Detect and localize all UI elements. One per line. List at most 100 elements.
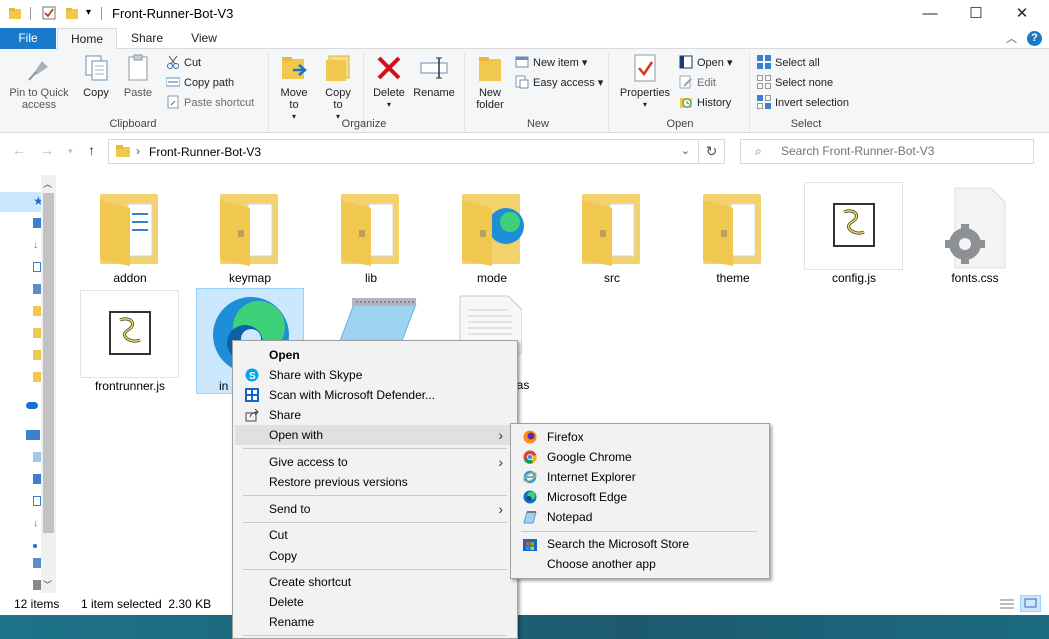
tab-share[interactable]: Share: [118, 28, 176, 49]
maximize-button[interactable]: ☐: [953, 0, 999, 28]
menu-item-copy[interactable]: Copy: [235, 546, 515, 566]
menu-item-open-with[interactable]: Open with ›: [235, 425, 515, 445]
folder-keymap[interactable]: keymap: [208, 182, 292, 286]
folder-theme[interactable]: theme: [691, 182, 775, 286]
properties-button[interactable]: Properties ▾: [616, 53, 674, 111]
search-box[interactable]: ⌕: [740, 139, 1034, 164]
easy-access-button[interactable]: Easy access ▾: [515, 74, 603, 92]
folder-addon[interactable]: addon: [88, 182, 172, 286]
pictures-icon[interactable]: [33, 558, 41, 568]
copy-path-button[interactable]: Copy path: [165, 74, 234, 92]
new-folder-button[interactable]: New folder: [470, 53, 510, 111]
documents-icon[interactable]: [33, 496, 41, 506]
folder-icon[interactable]: [33, 350, 41, 360]
collapse-ribbon-icon[interactable]: ︿: [1006, 30, 1017, 46]
nav-scrollbar[interactable]: ︿ ﹀: [41, 175, 56, 593]
menu-item-restore-previous-versions[interactable]: Restore previous versions: [235, 472, 515, 492]
select-all-button[interactable]: Select all: [757, 54, 820, 72]
menu-item-open[interactable]: Open: [235, 345, 515, 365]
copy-button[interactable]: Copy: [78, 53, 114, 99]
menu-item-send-to[interactable]: Send to ›: [235, 499, 515, 519]
menu-item-share-with-skype[interactable]: S Share with Skype: [235, 365, 515, 385]
scroll-up-icon[interactable]: ︿: [43, 177, 52, 190]
folder-mode[interactable]: mode: [450, 182, 534, 286]
pictures-icon[interactable]: [33, 284, 41, 294]
invert-selection-button[interactable]: Invert selection: [757, 94, 849, 112]
menu-item-label: Google Chrome: [547, 450, 632, 464]
paste-shortcut-button[interactable]: Paste shortcut: [166, 94, 254, 112]
menu-item-create-shortcut[interactable]: Create shortcut: [235, 572, 515, 592]
pin-to-quick-access-button[interactable]: Pin to Quick access: [4, 53, 74, 111]
move-to-button[interactable]: Move to ▾: [276, 53, 312, 123]
file-frontrunner-js[interactable]: frontrunner.js: [80, 290, 179, 394]
menu-item-choose-another-app[interactable]: Choose another app: [513, 554, 767, 574]
folder-icon[interactable]: [33, 328, 41, 338]
forward-arrow-icon[interactable]: →: [40, 142, 54, 158]
file-config-js[interactable]: config.js: [804, 182, 903, 286]
folder-icon: [8, 6, 22, 20]
css-file-gear-icon: [945, 186, 1009, 273]
address-bar[interactable]: › Front-Runner-Bot-V3 ⌄: [108, 139, 699, 164]
documents-icon[interactable]: [33, 262, 41, 272]
select-none-button[interactable]: Select none: [757, 74, 833, 92]
desktop-icon[interactable]: [33, 474, 41, 484]
address-dropdown-icon[interactable]: ⌄: [681, 144, 690, 157]
music-icon[interactable]: [33, 544, 37, 548]
copy-to-button[interactable]: Copy to ▾: [320, 53, 356, 123]
file-fonts-css[interactable]: fonts.css: [933, 182, 1017, 286]
onedrive-icon[interactable]: [26, 402, 38, 409]
menu-item-internet-explorer[interactable]: Internet Explorer: [513, 467, 767, 487]
status-bar: 12 items 1 item selected 2.30 KB: [0, 593, 1049, 615]
menu-item-share[interactable]: Share: [235, 405, 515, 425]
details-view-icon[interactable]: [998, 596, 1016, 611]
folder-lib[interactable]: lib: [329, 182, 413, 286]
folder-icon[interactable]: [33, 372, 41, 382]
search-input[interactable]: [781, 144, 1021, 158]
open-button[interactable]: Open ▾: [679, 54, 733, 72]
menu-item-firefox[interactable]: Firefox: [513, 427, 767, 447]
menu-item-google-chrome[interactable]: Google Chrome: [513, 447, 767, 467]
back-arrow-icon[interactable]: ←: [12, 142, 26, 158]
tab-home[interactable]: Home: [57, 28, 117, 50]
menu-item-cut[interactable]: Cut: [235, 525, 515, 545]
close-button[interactable]: ✕: [999, 0, 1045, 28]
delete-button[interactable]: Delete ▾: [370, 53, 408, 111]
new-folder-quick-icon[interactable]: [65, 6, 79, 20]
paste-button[interactable]: Paste: [120, 53, 156, 99]
menu-item-search-microsoft-store[interactable]: Search the Microsoft Store: [513, 534, 767, 554]
download-icon[interactable]: ↓: [33, 240, 41, 251]
history-button[interactable]: History: [679, 94, 731, 112]
cut-button[interactable]: Cut: [166, 54, 201, 72]
menu-item-notepad[interactable]: Notepad: [513, 507, 767, 527]
edit-button[interactable]: Edit: [679, 74, 716, 92]
properties-quick-icon[interactable]: [42, 6, 56, 20]
desktop-icon[interactable]: [33, 218, 41, 228]
download-icon[interactable]: ↓: [33, 518, 41, 529]
menu-item-label: Share with Skype: [269, 368, 363, 382]
menu-item-give-access-to[interactable]: Give access to ›: [235, 452, 515, 472]
up-arrow-icon[interactable]: ↑: [88, 142, 95, 158]
menu-item-rename[interactable]: Rename: [235, 612, 515, 632]
new-item-button[interactable]: New item ▾: [515, 54, 587, 72]
recent-locations-icon[interactable]: ▾: [68, 146, 73, 157]
rename-button[interactable]: Rename: [412, 53, 456, 99]
large-icons-view-icon[interactable]: [1020, 595, 1041, 612]
help-icon[interactable]: ?: [1027, 31, 1042, 46]
menu-item-scan-defender[interactable]: Scan with Microsoft Defender...: [235, 385, 515, 405]
folder-src[interactable]: src: [570, 182, 654, 286]
scrollbar-thumb[interactable]: [43, 193, 54, 533]
menu-item-microsoft-edge[interactable]: Microsoft Edge: [513, 487, 767, 507]
minimize-button[interactable]: —: [907, 0, 953, 28]
refresh-button[interactable]: ↻: [699, 139, 725, 164]
menu-item-delete[interactable]: Delete: [235, 592, 515, 612]
tab-view[interactable]: View: [176, 28, 232, 49]
drive-icon[interactable]: [33, 580, 41, 590]
this-pc-icon[interactable]: [26, 430, 40, 440]
customize-toolbar-icon[interactable]: ▾: [86, 6, 100, 20]
tab-file[interactable]: File: [0, 28, 56, 49]
folder-icon[interactable]: [33, 306, 41, 316]
3d-objects-icon[interactable]: [33, 452, 41, 462]
star-icon[interactable]: ★: [33, 194, 44, 208]
scroll-down-icon[interactable]: ﹀: [43, 578, 52, 591]
breadcrumb[interactable]: Front-Runner-Bot-V3: [149, 145, 261, 159]
